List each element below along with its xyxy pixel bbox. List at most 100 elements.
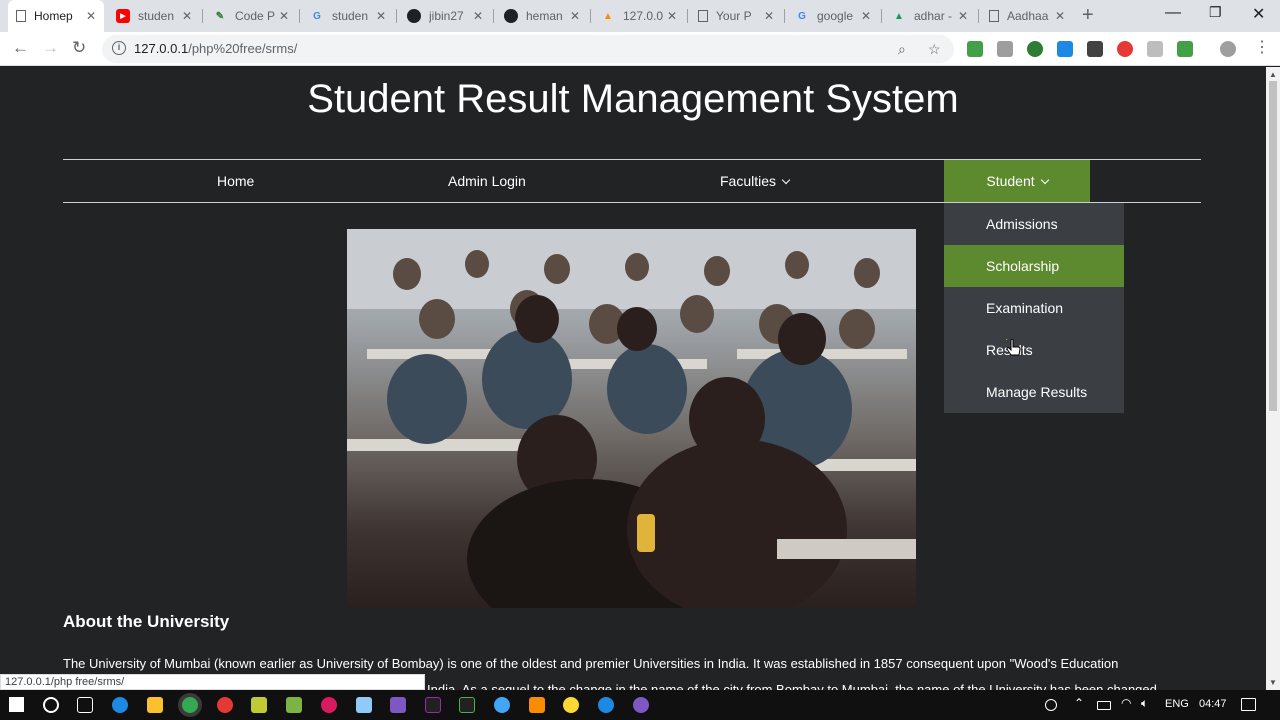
nav-faculties-dropdown[interactable]: Faculties [720,160,791,202]
tab-title: studen [332,9,369,23]
app-icon[interactable] [598,697,614,713]
page-scrollbar[interactable]: ▲ ▼ [1266,67,1280,690]
menu-item-scholarship[interactable]: Scholarship [944,245,1124,287]
browser-tab[interactable]: Homep ✕ [8,0,104,32]
browser-tab[interactable]: ✎ Code P ✕ [205,0,297,32]
address-bar[interactable]: i 127.0.0.1/php%20free/srms/ ⌕ ☆ [102,35,954,63]
minimize-icon[interactable]: — [1165,4,1181,22]
restore-icon[interactable]: ❐ [1209,4,1222,21]
scroll-up-arrow-icon[interactable]: ▲ [1269,70,1277,79]
notifications-icon[interactable] [1241,698,1256,711]
browser-tab[interactable]: jibin27 ✕ [399,0,491,32]
chevron-up-icon[interactable]: ⌃ [1074,696,1084,710]
cortana-icon[interactable] [43,697,59,713]
close-icon[interactable]: ✕ [667,9,677,23]
hand-cursor-icon [1006,339,1021,356]
youtube-icon: ▶ [116,9,130,23]
close-icon[interactable]: ✕ [473,9,483,23]
tab-title: jibin27 [429,9,464,23]
forward-arrow-icon[interactable]: → [42,38,59,58]
extension-chart-icon[interactable] [967,41,983,57]
task-view-icon[interactable] [77,697,93,713]
browser-tab[interactable]: ▶ studen ✕ [108,0,200,32]
menu-item-results[interactable]: Results [944,329,1124,371]
close-icon[interactable]: ✕ [861,9,871,23]
info-icon[interactable]: i [112,41,126,55]
menu-item-manage-results[interactable]: Manage Results [944,371,1124,413]
extension-shield-icon[interactable] [1147,41,1163,57]
app-icon[interactable] [494,697,510,713]
people-icon[interactable] [1045,699,1057,711]
volume-icon[interactable]: 🔈︎ [1141,696,1148,711]
tab-separator [881,9,882,23]
app-icon[interactable] [321,697,337,713]
tab-title: Aadhaa [1007,9,1049,23]
chevron-down-icon [781,175,791,185]
close-icon[interactable]: ✕ [279,9,289,23]
tab-title: adhar - [914,9,953,23]
browser-tab[interactable]: heman ✕ [496,0,588,32]
tab-title: studen [138,9,175,23]
reload-icon[interactable]: ↻ [72,38,86,58]
extension-box-icon[interactable] [997,41,1013,57]
menu-item-admissions[interactable]: Admissions [944,203,1124,245]
android-studio-icon[interactable] [286,697,302,713]
chrome-icon[interactable] [182,697,198,713]
edge-icon[interactable] [112,697,128,713]
close-icon[interactable]: ✕ [376,9,386,23]
url-text[interactable]: 127.0.0.1/php%20free/srms/ [134,41,297,56]
nav-home-link[interactable]: Home [217,160,254,202]
nav-student-dropdown[interactable]: Student [944,160,1090,202]
new-tab-icon[interactable]: + [1082,4,1094,27]
tab-separator [590,9,591,23]
clock[interactable]: 04:47 [1199,698,1227,710]
nav-admin-login-link[interactable]: Admin Login [448,160,526,202]
close-window-icon[interactable]: ✕ [1252,4,1265,24]
close-icon[interactable]: ✕ [764,9,774,23]
pycharm-icon[interactable] [459,697,475,713]
wifi-icon[interactable]: ◠ [1121,696,1131,710]
extension-copy-icon[interactable] [1057,41,1073,57]
opera-icon[interactable] [1117,41,1133,57]
app-cube-icon[interactable] [356,697,372,713]
main-navbar: Home Admin Login Faculties Student [63,159,1201,203]
app-icon[interactable] [633,697,649,713]
extension-camera-icon[interactable] [1087,41,1103,57]
scrollbar-thumb[interactable] [1269,81,1277,411]
menu-item-examination[interactable]: Examination [944,287,1124,329]
extension-globe-icon[interactable] [1027,41,1043,57]
browser-tab[interactable]: ▲ adhar - ✕ [884,0,976,32]
file-explorer-icon[interactable] [147,697,163,713]
close-icon[interactable]: ✕ [958,9,968,23]
battery-icon[interactable] [1097,701,1111,710]
extension-puzzle-icon[interactable] [1177,41,1193,57]
language-indicator[interactable]: ENG [1165,698,1189,710]
close-icon[interactable]: ✕ [86,9,96,23]
windows-start-icon[interactable] [9,697,24,712]
visual-studio-icon[interactable] [390,697,406,713]
browser-tab[interactable]: Your P ✕ [690,0,782,32]
browser-tab[interactable]: ▲ 127.0.0 ✕ [593,0,685,32]
tab-separator [493,9,494,23]
close-icon[interactable]: ✕ [570,9,580,23]
browser-tab[interactable]: G google ✕ [787,0,879,32]
nav-faculties-label: Faculties [720,173,777,189]
phpstorm-icon[interactable] [425,697,441,713]
bookmark-star-icon[interactable]: ☆ [928,41,941,58]
close-icon[interactable]: ✕ [182,9,192,23]
notepad-icon[interactable] [251,697,267,713]
url-path: /php%20free/srms/ [188,41,298,56]
close-icon[interactable]: ✕ [1055,9,1065,23]
zoom-icon[interactable]: ⌕ [898,41,906,58]
scroll-down-arrow-icon[interactable]: ▼ [1269,678,1277,687]
browser-tab[interactable]: G studen ✕ [302,0,394,32]
xampp-icon[interactable] [529,697,545,713]
tab-separator [396,9,397,23]
profile-avatar-icon[interactable] [1220,41,1236,57]
tab-separator [299,9,300,23]
opera-icon[interactable] [217,697,233,713]
app-icon[interactable] [563,697,579,713]
browser-tab[interactable]: Aadhaa ✕ [981,0,1073,32]
menu-kebab-icon[interactable]: ⋮ [1254,37,1270,57]
back-arrow-icon[interactable]: ← [12,38,29,58]
